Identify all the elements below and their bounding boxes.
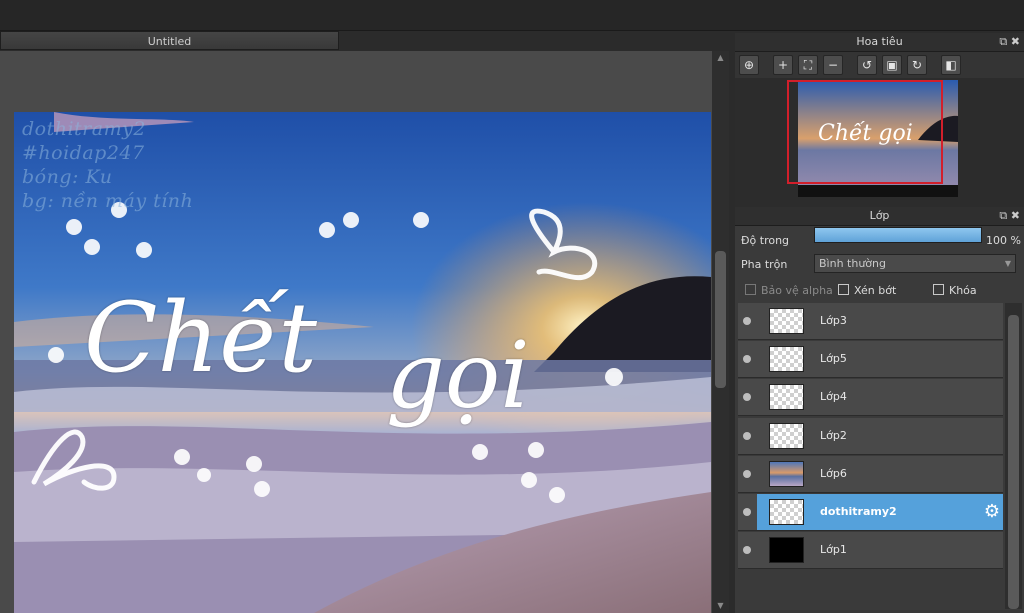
layer-name: Lớp5 [820, 352, 847, 365]
rotate-right-icon[interactable]: ↻ [907, 55, 927, 75]
layers-header: Lớp ⧉ ✖ [735, 207, 1024, 226]
layer-item[interactable]: Lớp1 [738, 532, 1003, 569]
gear-icon[interactable]: ⚙ [984, 501, 1000, 522]
layer-name: Lớp4 [820, 390, 847, 403]
layer-item[interactable]: Lớp6 [738, 456, 1003, 493]
layer-thumbnail [769, 461, 804, 487]
layer-name: Lớp3 [820, 314, 847, 327]
opacity-label: Độ trong [741, 234, 790, 247]
undock-icon[interactable]: ⧉ [999, 35, 1007, 48]
visibility-icon[interactable] [743, 470, 751, 478]
navigator-title: Hoa tiêu [856, 35, 903, 48]
navigator-panel: Hoa tiêu ⧉ ✖ ⊕ + ⛶ − ↺ ▣ ↻ ◧ Chết gọi [735, 33, 1024, 236]
chevron-down-icon: ▼ [1004, 259, 1011, 268]
opacity-slider[interactable] [814, 227, 982, 243]
zoom-fit-icon[interactable]: ⊕ [739, 55, 759, 75]
layer-name: Lớp2 [820, 429, 847, 442]
close-icon[interactable]: ✖ [1011, 35, 1020, 48]
blend-mode-select[interactable]: Bình thường ▼ [814, 254, 1016, 273]
layers-scrollbar[interactable] [1005, 303, 1022, 609]
visibility-icon[interactable] [743, 393, 751, 401]
navigator-viewport-frame[interactable] [787, 80, 943, 184]
layer-thumbnail [769, 423, 804, 449]
scroll-down-icon[interactable]: ▼ [715, 601, 726, 611]
layer-thumbnail [769, 384, 804, 410]
watermark-line: dothitramy2 [22, 118, 146, 140]
scrollbar-thumb[interactable] [1008, 315, 1019, 609]
layer-name: Lớp1 [820, 543, 847, 556]
layers-title: Lớp [869, 209, 890, 222]
watermark-line: bóng: Ku [22, 166, 113, 188]
navigator-toolbar: ⊕ + ⛶ − ↺ ▣ ↻ ◧ [735, 52, 1024, 78]
title-word-2: gọi [386, 322, 530, 429]
visibility-icon[interactable] [743, 317, 751, 325]
layer-item[interactable]: dothitramy2 ⚙ [738, 494, 1003, 531]
watermark-line: #hoidap247 [22, 142, 145, 164]
layer-name: Lớp6 [820, 467, 847, 480]
clipping-checkbox[interactable]: Xén bớt [838, 284, 896, 297]
layer-item[interactable]: Lớp5 [738, 341, 1003, 378]
drawing-canvas[interactable]: dothitramy2 #hoidap247 bóng: Ku bg: nền … [14, 112, 711, 613]
visibility-icon[interactable] [743, 432, 751, 440]
actual-size-icon[interactable]: ▣ [882, 55, 902, 75]
canvas-vertical-scrollbar[interactable]: ▲ ▼ [712, 51, 729, 613]
navigator-header: Hoa tiêu ⧉ ✖ [735, 33, 1024, 52]
layer-name: dothitramy2 [820, 505, 897, 518]
zoom-in-icon[interactable]: + [773, 55, 793, 75]
rotate-left-icon[interactable]: ↺ [857, 55, 877, 75]
document-tab[interactable]: Untitled [0, 31, 339, 50]
scrollbar-thumb[interactable] [715, 251, 726, 388]
layer-thumbnail [769, 308, 804, 334]
close-icon[interactable]: ✖ [1011, 209, 1020, 222]
zoom-out-icon[interactable]: − [823, 55, 843, 75]
visibility-icon[interactable] [743, 546, 751, 554]
layer-item[interactable]: Lớp2 [738, 418, 1003, 455]
layer-item[interactable]: Lớp4 [738, 379, 1003, 416]
visibility-icon[interactable] [743, 508, 751, 516]
layer-item[interactable]: Lớp3 [738, 303, 1003, 340]
visibility-icon[interactable] [743, 355, 751, 363]
undock-icon[interactable]: ⧉ [999, 209, 1007, 222]
opacity-value: 100 % [986, 234, 1021, 247]
top-toolbar [0, 0, 1024, 31]
blend-mode-value: Bình thường [819, 257, 886, 270]
lock-checkbox[interactable]: Khóa [933, 284, 977, 297]
blend-label: Pha trộn [741, 258, 788, 271]
layer-thumbnail [769, 499, 804, 525]
flip-icon[interactable]: ◧ [941, 55, 961, 75]
scroll-up-icon[interactable]: ▲ [715, 53, 726, 63]
watermark-line: bg: nền máy tính [22, 190, 194, 212]
protect-alpha-checkbox[interactable]: Bảo vệ alpha [745, 284, 833, 297]
fit-window-icon[interactable]: ⛶ [798, 55, 818, 75]
layer-thumbnail [769, 537, 804, 563]
title-word-1: Chết [84, 282, 317, 394]
layer-thumbnail [769, 346, 804, 372]
layer-list: Lớp3 Lớp5 Lớp4 Lớp2 Lớp6 dothitramy2 ⚙ L… [738, 303, 1003, 573]
